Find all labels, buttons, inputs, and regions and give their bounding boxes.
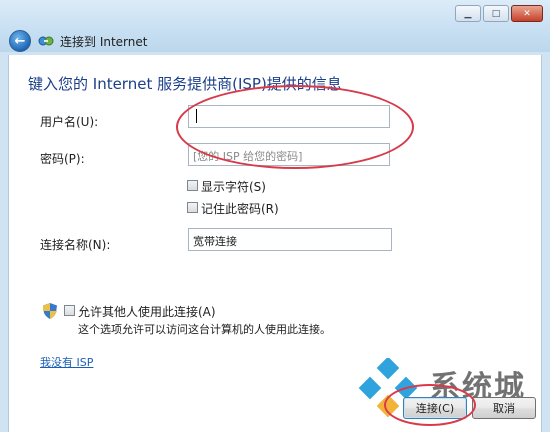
username-label: 用户名(U): xyxy=(40,115,99,129)
connection-name-label: 连接名称(N): xyxy=(40,238,111,252)
back-arrow-icon: ← xyxy=(14,33,26,49)
back-button[interactable]: ← xyxy=(9,30,31,52)
connection-name-field[interactable]: 宽带连接 xyxy=(188,228,392,251)
password-label: 密码(P): xyxy=(40,152,85,166)
show-characters-checkbox[interactable] xyxy=(187,180,198,191)
minimize-button[interactable]: ▁ xyxy=(455,5,481,22)
allow-others-label[interactable]: 允许其他人使用此连接(A) xyxy=(78,303,216,320)
remember-password-checkbox[interactable] xyxy=(187,202,198,213)
annotation-ellipse-connect xyxy=(384,384,476,426)
title-bar: ▁ □ ✕ ← 连接到 Internet xyxy=(0,0,550,52)
remember-password-label[interactable]: 记住此密码(R) xyxy=(201,200,279,217)
cancel-button[interactable]: 取消 xyxy=(472,397,536,419)
network-connection-icon xyxy=(38,36,54,46)
close-button[interactable]: ✕ xyxy=(511,5,543,22)
show-characters-label[interactable]: 显示字符(S) xyxy=(201,178,266,195)
annotation-ellipse-username xyxy=(176,85,414,169)
allow-others-description: 这个选项允许可以访问这台计算机的人使用此连接。 xyxy=(78,323,331,336)
maximize-button[interactable]: □ xyxy=(483,5,509,22)
uac-shield-icon xyxy=(43,303,57,319)
allow-others-checkbox[interactable] xyxy=(64,305,75,316)
no-isp-link[interactable]: 我没有 ISP xyxy=(40,354,93,370)
window-title: 连接到 Internet xyxy=(60,35,148,49)
